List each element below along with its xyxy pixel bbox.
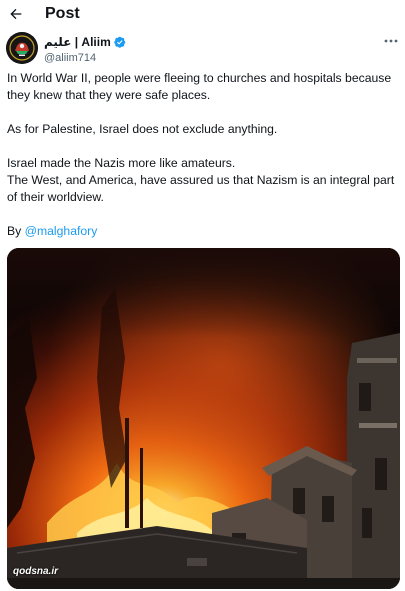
tweet-media-image[interactable]: qodsna.ir xyxy=(7,248,400,589)
tweet-paragraph-2: As for Palestine, Israel does not exclud… xyxy=(7,122,278,136)
more-horizontal-icon xyxy=(384,39,398,43)
more-options-button[interactable] xyxy=(382,34,400,48)
tweet-paragraph-3-line-2: The West, and America, have assured us t… xyxy=(7,173,395,204)
arrow-left-icon xyxy=(10,8,22,20)
avatar-image xyxy=(6,32,38,64)
author-handle[interactable]: @aliim714 xyxy=(44,51,126,65)
tweet-paragraph-3-line-1: Israel made the Nazis more like amateurs… xyxy=(7,156,236,170)
author-name-row[interactable]: عليم | Aliim xyxy=(44,34,126,50)
tweet-paragraph-1: In World War II, people were fleeing to … xyxy=(7,71,392,102)
tweet-text: In World War II, people were fleeing to … xyxy=(7,70,399,240)
back-button[interactable] xyxy=(6,4,26,24)
mention-link[interactable]: @malghafory xyxy=(25,224,98,238)
top-bar: Post xyxy=(0,0,405,28)
attribution-label: By xyxy=(7,224,22,238)
tweet-attribution: By @malghafory xyxy=(7,223,399,240)
author-display-name[interactable]: عليم | Aliim xyxy=(44,35,111,49)
fire-scene-image xyxy=(7,248,400,589)
media-watermark: qodsna.ir xyxy=(13,566,59,577)
author-header: عليم | Aliim @aliim714 xyxy=(6,32,400,66)
page-title: Post xyxy=(45,5,80,22)
avatar[interactable] xyxy=(6,32,38,64)
verified-badge-icon xyxy=(114,36,126,48)
